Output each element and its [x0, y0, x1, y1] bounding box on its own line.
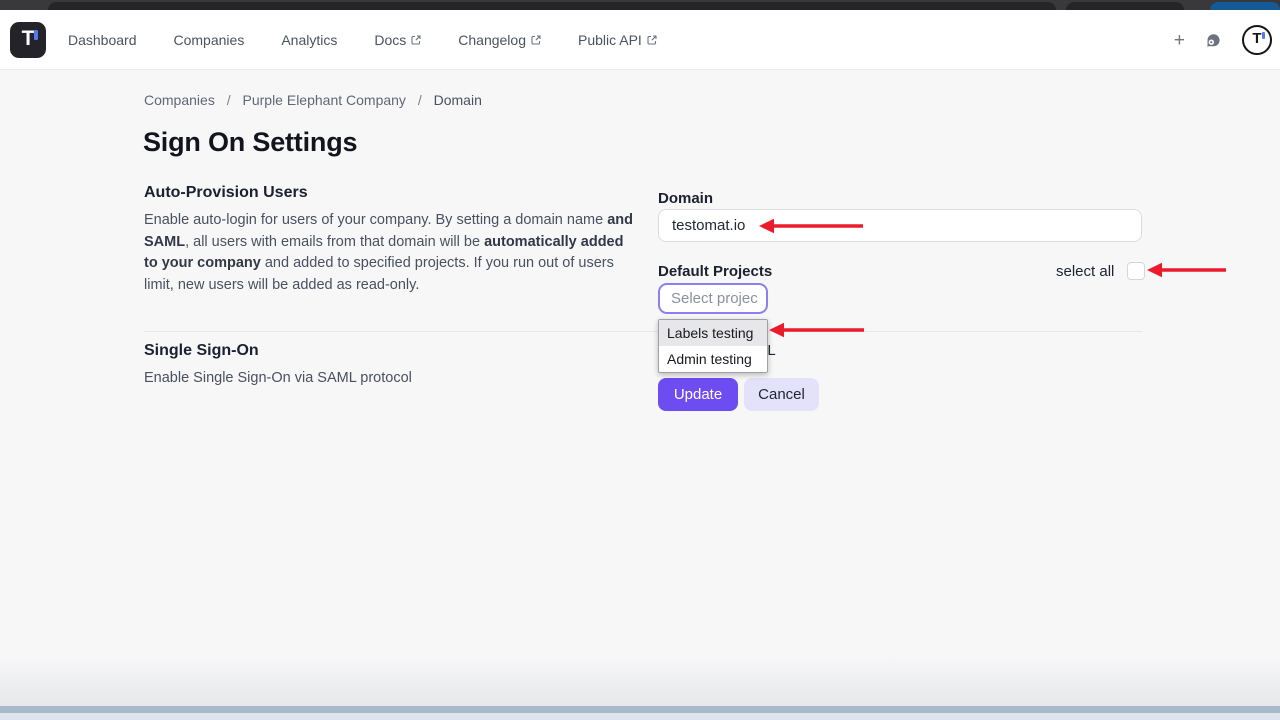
navbar-actions: + T — [1174, 10, 1272, 70]
domain-input[interactable] — [658, 209, 1142, 242]
nav-links: Dashboard Companies Analytics Docs Chang… — [68, 10, 657, 70]
nav-item-analytics[interactable]: Analytics — [281, 32, 337, 48]
cancel-button[interactable]: Cancel — [744, 378, 819, 411]
section-divider — [144, 331, 1142, 332]
window-bottom-edge-light — [0, 713, 1280, 720]
window-bottom-edge — [0, 706, 1280, 713]
logo-tick-icon — [34, 30, 38, 40]
browser-tab[interactable] — [48, 2, 1056, 10]
add-button[interactable]: + — [1174, 31, 1185, 50]
project-dropdown: Labels testing Admin testing — [658, 319, 768, 373]
project-select-input[interactable]: Select projec — [658, 283, 768, 314]
breadcrumb-domain: Domain — [434, 92, 482, 108]
nav-item-public-api[interactable]: Public API — [578, 32, 657, 48]
browser-tab[interactable] — [1066, 2, 1184, 10]
nav-item-companies[interactable]: Companies — [174, 32, 245, 48]
annotation-arrow-dropdown-option — [768, 319, 868, 346]
avatar-tick-icon — [1262, 32, 1265, 39]
external-link-icon — [647, 32, 657, 48]
annotation-arrow-select-all — [1146, 259, 1230, 286]
top-navbar: T Dashboard Companies Analytics Docs Cha… — [0, 10, 1280, 70]
default-projects-label: Default Projects — [658, 263, 772, 280]
nav-item-dashboard[interactable]: Dashboard — [68, 32, 137, 48]
sso-description: Enable Single Sign-On via SAML protocol — [144, 370, 412, 386]
page-title: Sign On Settings — [143, 127, 357, 158]
breadcrumb-separator: / — [418, 92, 422, 108]
dropdown-option-labels-testing[interactable]: Labels testing — [659, 320, 767, 346]
external-link-icon — [411, 32, 421, 48]
breadcrumb-separator: / — [227, 92, 231, 108]
avatar-letter: T — [1244, 30, 1270, 47]
external-link-icon — [531, 32, 541, 48]
auto-provision-heading: Auto-Provision Users — [144, 184, 308, 202]
select-all-checkbox[interactable] — [1127, 262, 1145, 280]
breadcrumb: Companies / Purple Elephant Company / Do… — [144, 92, 482, 108]
app-window: T Dashboard Companies Analytics Docs Cha… — [0, 0, 1280, 720]
breadcrumb-company-name[interactable]: Purple Elephant Company — [243, 92, 406, 108]
auto-provision-description: Enable auto-login for users of your comp… — [144, 210, 638, 296]
app-logo[interactable]: T — [10, 22, 46, 58]
nav-item-docs[interactable]: Docs — [374, 32, 421, 48]
support-icon[interactable] — [1205, 32, 1222, 49]
browser-tab-active[interactable] — [1210, 2, 1280, 10]
sso-heading: Single Sign-On — [144, 342, 259, 360]
window-bottom-fade — [0, 656, 1280, 706]
dropdown-option-admin-testing[interactable]: Admin testing — [659, 346, 767, 372]
nav-item-changelog[interactable]: Changelog — [458, 32, 541, 48]
update-button[interactable]: Update — [658, 378, 738, 411]
user-avatar[interactable]: T — [1242, 25, 1272, 55]
select-all-label: select all — [1056, 263, 1114, 280]
breadcrumb-companies[interactable]: Companies — [144, 92, 215, 108]
domain-label: Domain — [658, 190, 713, 207]
browser-tab-strip — [0, 0, 1280, 10]
logo-letter: T — [10, 27, 46, 51]
